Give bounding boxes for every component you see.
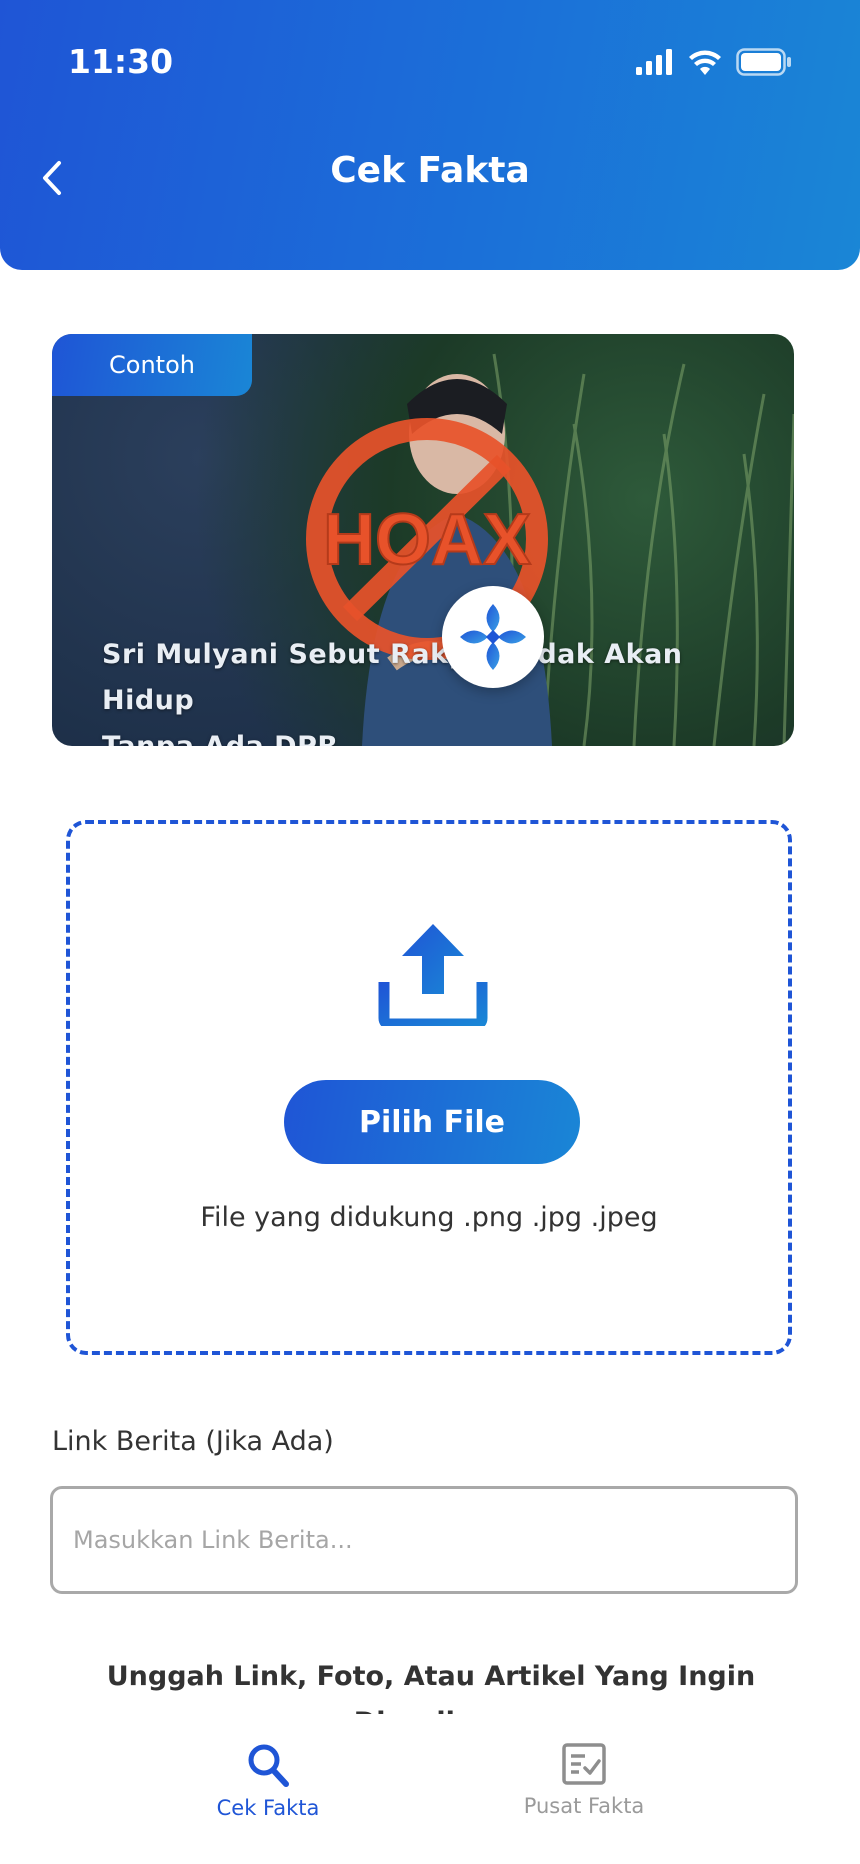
example-card[interactable]: Contoh HOAX Sri Mulyani Sebut Rakyat Tid… [52, 334, 794, 746]
upload-dropzone[interactable]: Pilih File File yang didukung .png .jpg … [66, 820, 792, 1355]
app-logo-icon [460, 604, 526, 670]
nav-item-pusat-fakta[interactable]: Pusat Fakta [484, 1742, 684, 1818]
status-time: 11:30 [68, 42, 174, 81]
nav-label-pusat-fakta: Pusat Fakta [523, 1794, 645, 1818]
page-title: Cek Fakta [330, 150, 530, 191]
app-logo-badge [442, 586, 544, 688]
example-caption: Sri Mulyani Sebut Rakyat Tidak Akan Hidu… [102, 632, 742, 746]
choose-file-button[interactable]: Pilih File [284, 1080, 580, 1164]
battery-icon [736, 48, 791, 76]
nav-item-cek-fakta[interactable]: Cek Fakta [168, 1742, 368, 1820]
supported-formats-text: File yang didukung .png .jpg .jpeg [200, 1202, 658, 1233]
signal-icon [636, 49, 672, 75]
nav-label-cek-fakta: Cek Fakta [216, 1796, 320, 1820]
bottom-navigation: Cek Fakta Pusat Fakta [0, 1714, 860, 1864]
search-icon [248, 1744, 289, 1787]
status-icons [636, 46, 792, 78]
svg-text:HOAX: HOAX [323, 500, 531, 580]
news-link-input[interactable] [50, 1486, 798, 1594]
example-badge: Contoh [52, 334, 252, 396]
example-caption-line2: Tanpa Ada DPR [102, 724, 742, 746]
checklist-icon [562, 1743, 606, 1785]
upload-icon [378, 924, 488, 1026]
example-caption-line1: Sri Mulyani Sebut Rakyat Tidak Akan Hidu… [102, 639, 683, 716]
link-field-label: Link Berita (Jika Ada) [52, 1426, 334, 1457]
wifi-icon [689, 50, 721, 75]
app-header: 11:30 Cek Fakta [0, 0, 860, 270]
